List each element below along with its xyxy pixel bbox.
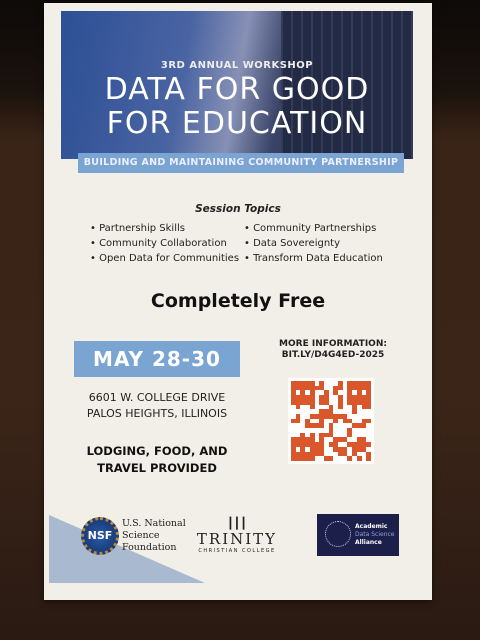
qr-code[interactable] [288,378,374,464]
adsa-line-2: Data Science [355,531,395,538]
trinity-logo: ┃┃┃ TRINITY CHRISTIAN COLLEGE [194,517,280,554]
topics-heading: Session Topics [195,203,281,215]
topic-item: Partnership Skills [90,221,239,236]
perks-line-1: LODGING, FOOD, AND [86,444,228,458]
trinity-sub: CHRISTIAN COLLEGE [198,548,276,554]
title-line-1: DATA FOR GOOD [104,72,370,107]
topic-item: Community Collaboration [90,236,239,251]
topic-item: Open Data for Communities [90,251,239,266]
perks: LODGING, FOOD, AND TRAVEL PROVIDED [74,443,240,477]
more-info-label: MORE INFORMATION: [279,339,387,349]
nsf-line-2: Science [122,530,160,541]
trinity-name: TRINITY [196,530,278,548]
workshop-poster: 3RD ANNUAL WORKSHOP DATA FOR GOOD FOR ED… [44,3,432,600]
topic-item: Transform Data Education [244,251,383,266]
topic-item: Data Sovereignty [244,236,383,251]
address-line-2: PALOS HEIGHTS, ILLINOIS [86,407,228,420]
topics-left: Partnership Skills Community Collaborati… [90,221,239,266]
topics-right: Community Partnerships Data Sovereignty … [244,221,383,266]
hero-banner: 3RD ANNUAL WORKSHOP DATA FOR GOOD FOR ED… [61,11,413,159]
date-badge: MAY 28-30 [74,341,240,377]
nsf-line-1: U.S. National [122,518,186,529]
address: 6601 W. COLLEGE DRIVE PALOS HEIGHTS, ILL… [74,390,240,422]
title-line-2: FOR EDUCATION [106,106,368,141]
kicker: 3RD ANNUAL WORKSHOP [160,60,314,71]
info-link[interactable]: BIT.LY/D4G4ED-2025 [274,350,392,361]
perks-line-2: TRAVEL PROVIDED [97,461,217,475]
poster-title: DATA FOR GOOD FOR EDUCATION [61,73,413,141]
adsa-line-3: Alliance [355,539,382,546]
nsf-logo-icon: NSF [81,517,119,555]
more-info: MORE INFORMATION: BIT.LY/D4G4ED-2025 [274,339,392,361]
adsa-line-1: Academic [355,523,388,530]
adsa-logo: Academic Data Science Alliance [317,514,399,556]
ring-icon [325,521,351,547]
address-line-1: 6601 W. COLLEGE DRIVE [88,391,226,404]
subtitle-band: BUILDING AND MAINTAINING COMMUNITY PARTN… [78,153,404,173]
trinity-mark-icon: ┃┃┃ [227,517,247,530]
topic-item: Community Partnerships [244,221,383,236]
nsf-line-3: Foundation [122,542,177,553]
nsf-name: U.S. National Science Foundation [122,518,186,554]
price-text: Completely Free [150,290,326,312]
